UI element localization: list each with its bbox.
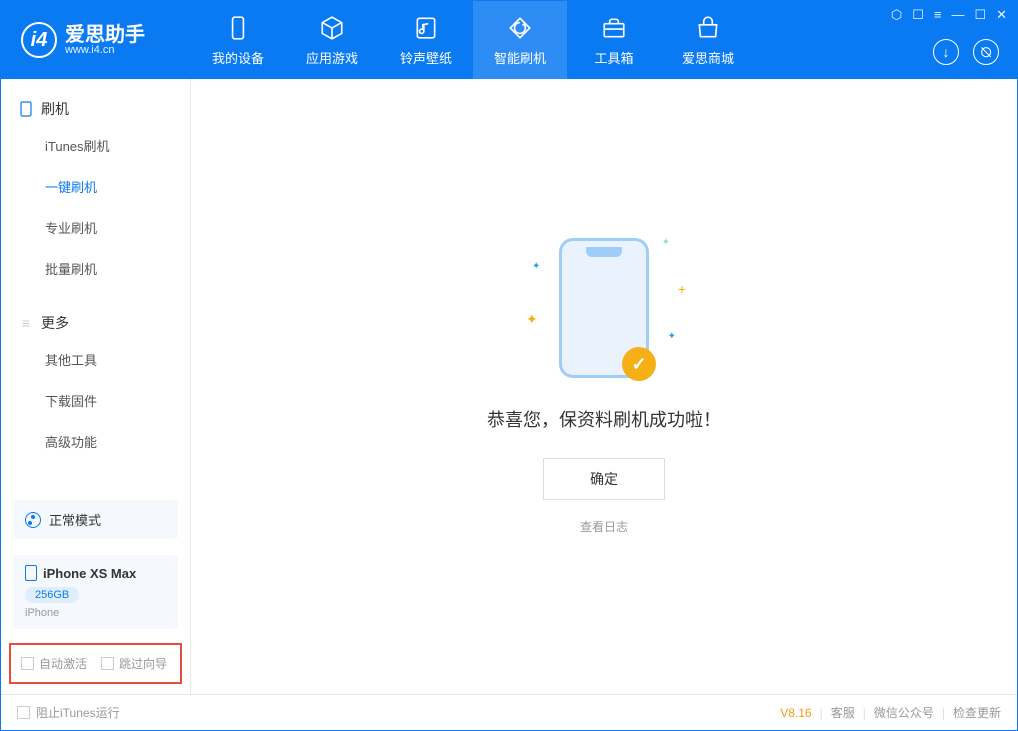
section-title: 刷机: [41, 99, 69, 119]
sidebar-item-itunes-flash[interactable]: iTunes刷机: [1, 125, 190, 166]
titlebar: i4 爱思助手 www.i4.cn 我的设备 应用游戏 铃声壁纸 智能刷机: [1, 1, 1017, 79]
sidebar: 刷机 iTunes刷机 一键刷机 专业刷机 批量刷机 ≡ 更多 其他工具 下载固…: [1, 79, 191, 694]
success-message: 恭喜您，保资料刷机成功啦！: [487, 406, 721, 432]
mode-label: 正常模式: [49, 510, 101, 529]
app-subtitle: www.i4.cn: [65, 45, 145, 56]
tab-label: 工具箱: [594, 48, 633, 67]
main-content: ✓ ✦ ✦ ✦ + ✦ 恭喜您，保资料刷机成功啦！ 确定 查看日志: [191, 79, 1017, 694]
app-title: 爱思助手: [65, 25, 145, 45]
tab-label: 我的设备: [212, 48, 264, 67]
list-icon: ≡: [19, 316, 33, 330]
app-window: i4 爱思助手 www.i4.cn 我的设备 应用游戏 铃声壁纸 智能刷机: [0, 0, 1018, 731]
tab-toolbox[interactable]: 工具箱: [567, 1, 661, 79]
tab-store[interactable]: 爱思商城: [661, 1, 755, 79]
minimize-button[interactable]: —: [951, 7, 964, 23]
tab-apps-games[interactable]: 应用游戏: [285, 1, 379, 79]
checkbox-icon: [17, 706, 30, 719]
tab-my-device[interactable]: 我的设备: [191, 1, 285, 79]
shirt-icon[interactable]: ⬡: [891, 7, 902, 23]
cube-icon: [318, 14, 346, 42]
device-info[interactable]: iPhone XS Max 256GB iPhone: [13, 555, 178, 629]
tab-label: 智能刷机: [494, 48, 546, 67]
checkbox-block-itunes[interactable]: 阻止iTunes运行: [17, 704, 120, 721]
checkbox-skip-guide[interactable]: 跳过向导: [101, 655, 167, 672]
checkbox-icon: [101, 657, 114, 670]
footer: 阻止iTunes运行 V8.16 | 客服 | 微信公众号 | 检查更新: [1, 694, 1017, 730]
sparkle-icon: +: [678, 281, 686, 297]
sidebar-section-flash: 刷机: [1, 93, 190, 125]
checkbox-label: 跳过向导: [119, 655, 167, 672]
check-badge-icon: ✓: [622, 347, 656, 381]
refresh-icon: [506, 14, 534, 42]
header-actions: ↓ ⦰: [933, 39, 999, 65]
tab-label: 铃声壁纸: [400, 48, 452, 67]
tab-label: 应用游戏: [306, 48, 358, 67]
maximize-button[interactable]: ☐: [974, 7, 986, 23]
view-log-link[interactable]: 查看日志: [580, 518, 628, 535]
tab-label: 爱思商城: [682, 48, 734, 67]
device-type: iPhone: [25, 607, 166, 619]
sidebar-item-advanced[interactable]: 高级功能: [1, 421, 190, 462]
options-highlight-box: 自动激活 跳过向导: [9, 643, 182, 684]
sidebar-item-other-tools[interactable]: 其他工具: [1, 339, 190, 380]
menu-icon[interactable]: ≡: [934, 7, 942, 23]
phone-illustration: ✓ ✦ ✦ ✦ + ✦: [559, 238, 649, 378]
phone-outline-icon: [19, 102, 33, 116]
footer-link-update[interactable]: 检查更新: [953, 704, 1001, 721]
sparkle-icon: ✦: [662, 237, 670, 248]
checkbox-icon: [21, 657, 34, 670]
logo-icon: i4: [21, 22, 57, 58]
checkbox-label: 自动激活: [39, 655, 87, 672]
body-area: 刷机 iTunes刷机 一键刷机 专业刷机 批量刷机 ≡ 更多 其他工具 下载固…: [1, 79, 1017, 694]
sparkle-icon: ✦: [668, 331, 676, 342]
sidebar-item-onekey-flash[interactable]: 一键刷机: [1, 166, 190, 207]
tab-smart-flash[interactable]: 智能刷机: [473, 1, 567, 79]
close-button[interactable]: ✕: [996, 7, 1007, 23]
version-label: V8.16: [780, 706, 811, 720]
phone-mini-icon: [25, 565, 37, 581]
sparkle-icon: ✦: [526, 311, 538, 328]
mode-icon: [25, 512, 41, 528]
user-icon[interactable]: ⦰: [973, 39, 999, 65]
device-name: iPhone XS Max: [43, 566, 136, 581]
download-icon[interactable]: ↓: [933, 39, 959, 65]
feedback-icon[interactable]: ☐: [912, 7, 924, 23]
checkbox-auto-activate[interactable]: 自动激活: [21, 655, 87, 672]
toolbox-icon: [600, 14, 628, 42]
music-icon: [412, 14, 440, 42]
window-controls: ⬡ ☐ ≡ — ☐ ✕: [891, 7, 1007, 23]
sidebar-item-download-firmware[interactable]: 下载固件: [1, 380, 190, 421]
mode-box: 正常模式: [13, 500, 178, 539]
nav-tabs: 我的设备 应用游戏 铃声壁纸 智能刷机 工具箱 爱思商城: [191, 1, 755, 79]
checkbox-label: 阻止iTunes运行: [36, 704, 120, 721]
footer-link-wechat[interactable]: 微信公众号: [874, 704, 934, 721]
device-icon: [224, 14, 252, 42]
sidebar-item-pro-flash[interactable]: 专业刷机: [1, 207, 190, 248]
tab-ringtones[interactable]: 铃声壁纸: [379, 1, 473, 79]
section-title: 更多: [41, 313, 69, 333]
logo-area: i4 爱思助手 www.i4.cn: [1, 22, 191, 58]
sparkle-icon: ✦: [532, 261, 540, 272]
store-icon: [694, 14, 722, 42]
sidebar-item-batch-flash[interactable]: 批量刷机: [1, 248, 190, 289]
footer-link-service[interactable]: 客服: [831, 704, 855, 721]
ok-button[interactable]: 确定: [543, 458, 665, 500]
sidebar-section-more: ≡ 更多: [1, 307, 190, 339]
storage-badge: 256GB: [25, 587, 79, 603]
